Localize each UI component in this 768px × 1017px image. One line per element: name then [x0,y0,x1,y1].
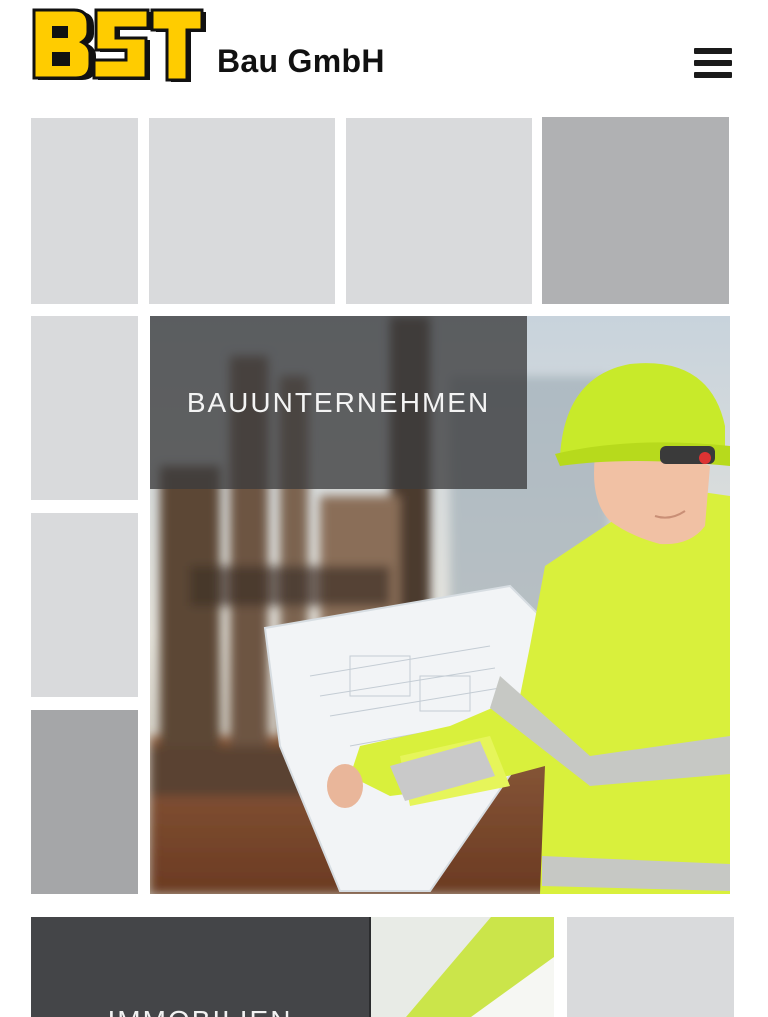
grid-tile[interactable] [346,118,532,304]
company-logo[interactable]: Bau GmbH [30,8,390,86]
hamburger-menu-icon[interactable] [694,48,732,82]
grid-tile[interactable] [31,710,138,894]
hero-card-bauunternehmen[interactable]: BAUUNTERNEHMEN [150,316,730,894]
grid-tile[interactable] [542,117,729,304]
site-header: Bau GmbH [0,0,768,110]
grid-tile[interactable] [567,917,734,1017]
bst-logo-mark [32,8,206,82]
card-label: IMMOBILIEN [31,917,369,1017]
grid-tile[interactable] [31,513,138,697]
hero-label: BAUUNTERNEHMEN [150,316,527,489]
menu-line [694,48,732,54]
company-name: Bau GmbH [217,43,385,79]
card-label-text: IMMOBILIEN [108,1005,293,1017]
grid-tile[interactable] [31,118,138,304]
grid-tile[interactable] [149,118,335,304]
menu-line [694,60,732,66]
menu-line [694,72,732,78]
card-immobilien[interactable]: IMMOBILIEN [31,917,554,1017]
grid-tile[interactable] [31,316,138,500]
